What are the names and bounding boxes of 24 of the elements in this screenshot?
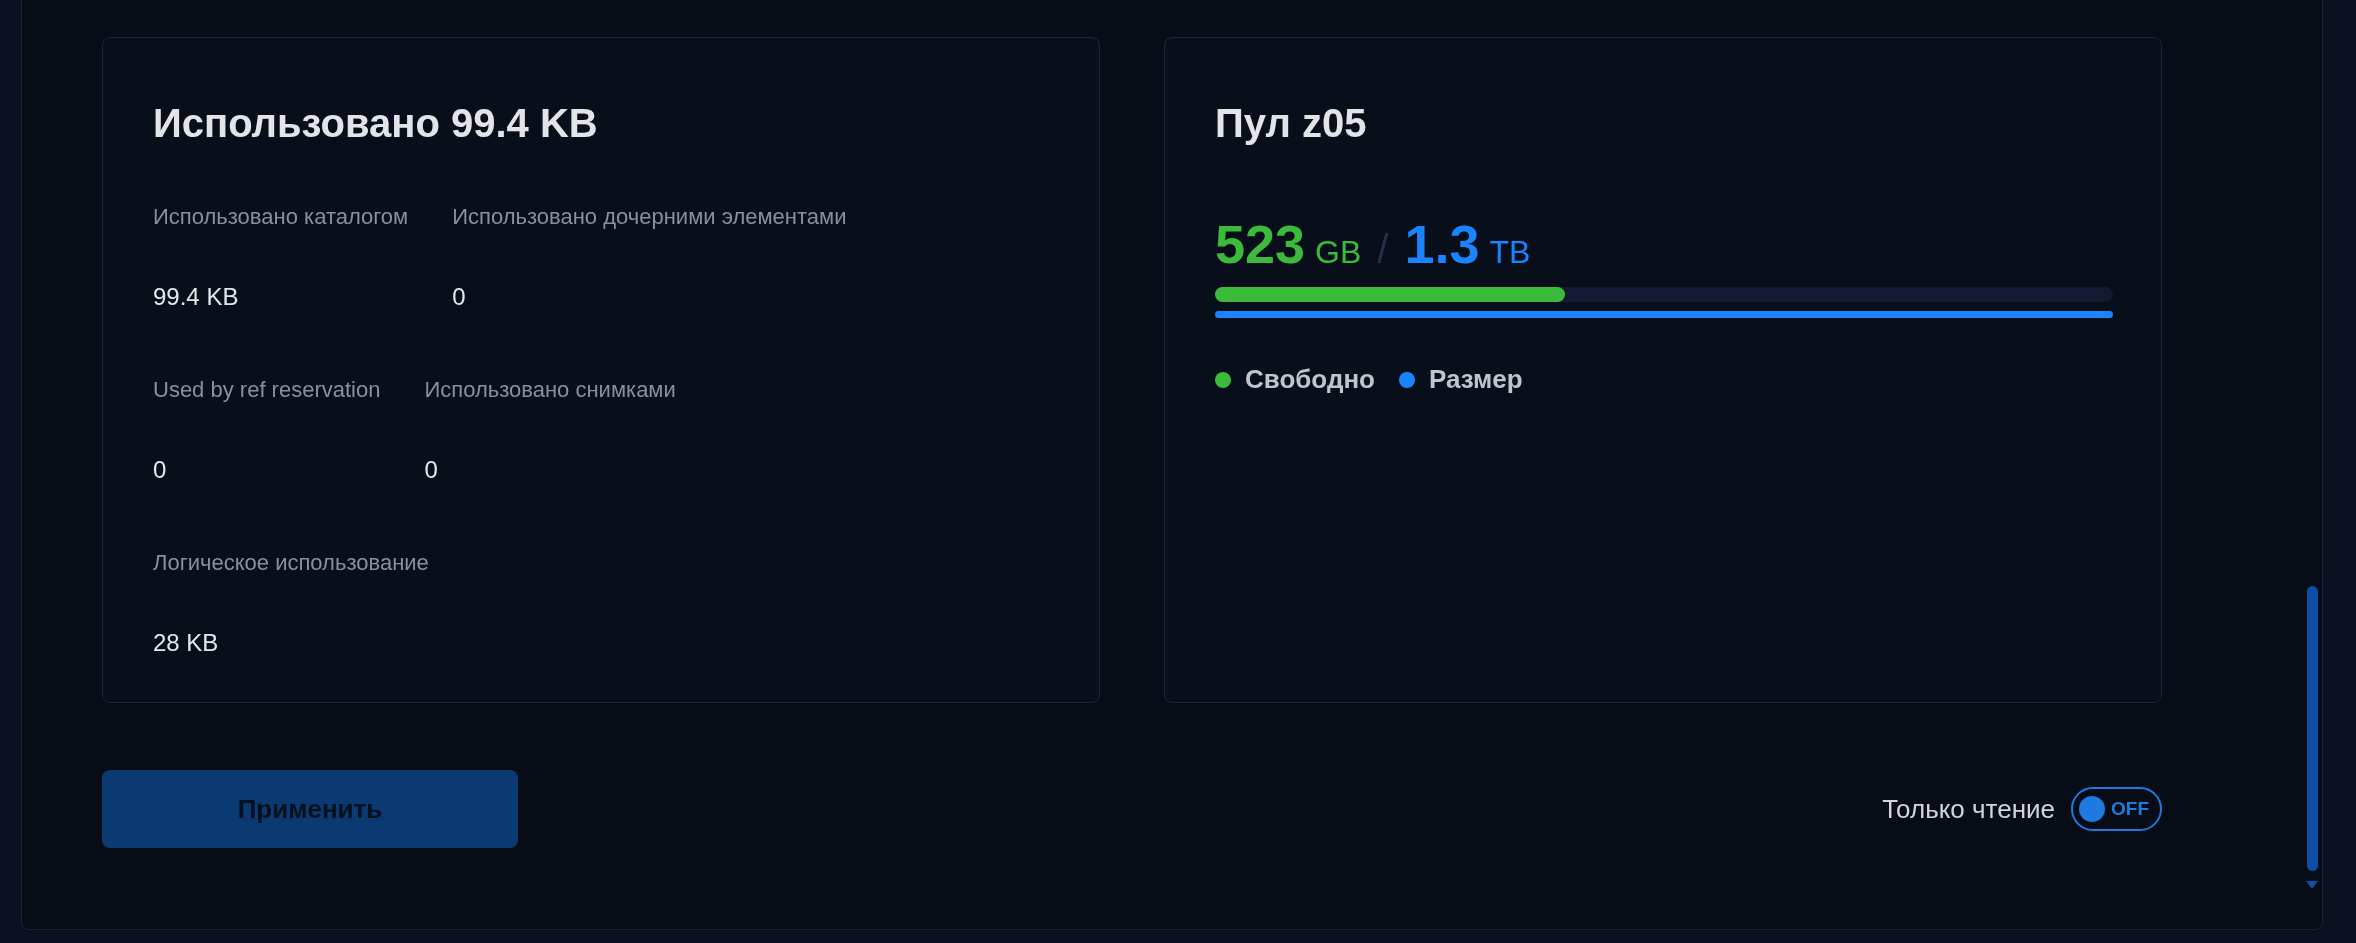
stat-value: 0 — [424, 455, 438, 485]
stat-value: 28 KB — [153, 628, 219, 658]
stat-value: 99.4 KB — [153, 282, 239, 312]
stat-label: Used by ref reservation — [153, 376, 381, 404]
card-title: Использовано 99.4 KB — [153, 100, 598, 147]
toggle-label: Только чтение — [1882, 792, 2055, 826]
card-title: Пул z05 — [1215, 100, 1367, 147]
stat-label: Использовано дочерними элементами — [452, 203, 847, 231]
stat-label: Использовано снимками — [424, 376, 676, 404]
size-number: 1.3 — [1404, 213, 1480, 276]
separator: / — [1377, 226, 1389, 273]
scrollbar-thumb[interactable] — [2306, 586, 2318, 871]
stat-label: Логическое использование — [153, 549, 429, 577]
scroll-down-icon[interactable] — [2306, 881, 2318, 889]
legend-label: Размер — [1429, 363, 1523, 396]
stat-value: 0 — [452, 282, 466, 312]
readonly-toggle[interactable]: OFF — [2071, 787, 2162, 831]
free-unit: GB — [1315, 233, 1362, 272]
legend-label: Свободно — [1245, 363, 1375, 396]
toggle-knob — [2079, 796, 2105, 822]
stat-value: 0 — [153, 455, 167, 485]
free-number: 523 — [1215, 213, 1306, 276]
stat-label: Использовано каталогом — [153, 203, 409, 231]
size-unit: TB — [1489, 233, 1531, 272]
